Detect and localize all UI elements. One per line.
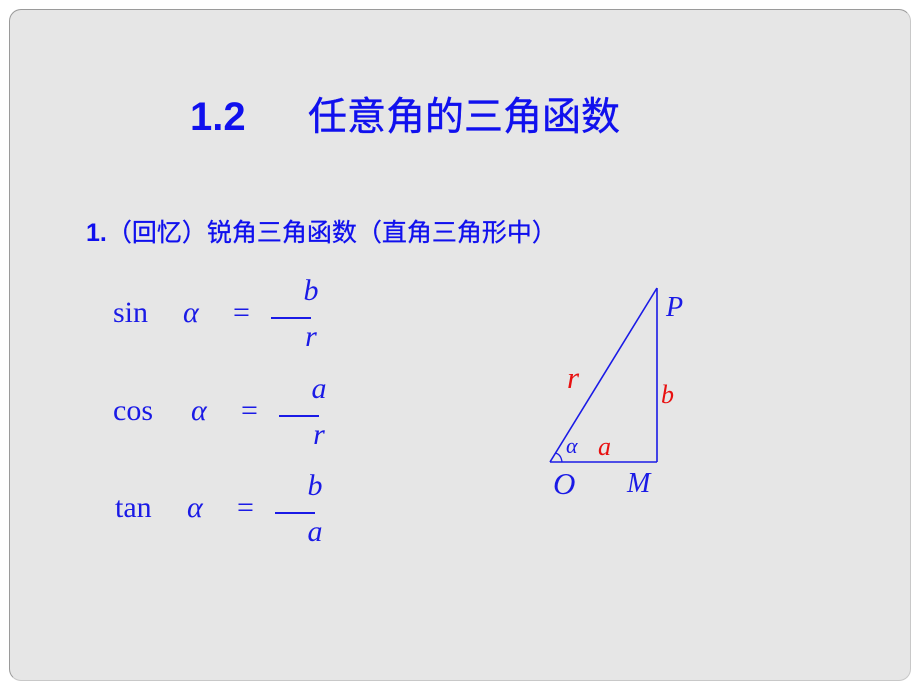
angle-label-alpha: α: [566, 433, 578, 458]
right-triangle-diagram: P O M r b a α: [549, 287, 683, 501]
slide-panel: 1.2 任意角的三角函数 1.（回忆）锐角三角函数（直角三角形中） sin α =…: [9, 9, 911, 681]
angle-arc: [554, 452, 563, 463]
side-label-r: r: [567, 360, 580, 395]
vertex-label-m: M: [626, 468, 652, 499]
side-label-a: a: [598, 432, 611, 461]
vertex-label-p: P: [665, 292, 683, 323]
vertex-label-o: O: [553, 466, 575, 501]
side-label-b: b: [661, 380, 674, 409]
